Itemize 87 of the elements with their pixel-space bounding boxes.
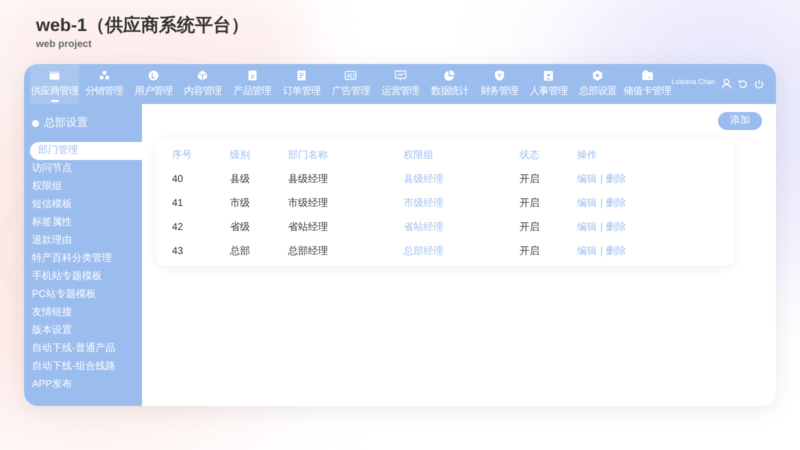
- column-header: 级别: [230, 150, 250, 160]
- department-name: 市级经理: [288, 198, 328, 208]
- nav-tab[interactable]: 数据统计: [425, 64, 474, 104]
- column-header: 序号: [172, 150, 192, 160]
- pie-chart-icon: [443, 68, 456, 82]
- permission-group-link[interactable]: 省站经理: [404, 222, 444, 232]
- nav-tab[interactable]: 用户管理: [128, 64, 178, 104]
- department-name: 总部经理: [288, 246, 328, 256]
- add-button[interactable]: 添加: [718, 112, 762, 130]
- card-icon: [640, 68, 654, 82]
- nav-tab[interactable]: 产品管理: [228, 64, 277, 104]
- permission-group-link[interactable]: 市级经理: [404, 198, 444, 208]
- sidebar-item[interactable]: 权限组: [24, 178, 142, 196]
- row-number: 41: [172, 198, 184, 208]
- sidebar-item[interactable]: 自动下线-普通产品: [24, 340, 142, 358]
- column-header: 操作: [577, 150, 598, 160]
- refresh-icon[interactable]: [738, 78, 748, 88]
- chart-board-icon: [394, 68, 407, 82]
- nav-tab[interactable]: 订单管理: [276, 64, 326, 104]
- delete-link[interactable]: 删除: [606, 246, 626, 256]
- sidebar-item[interactable]: PC站专题模板: [24, 286, 142, 304]
- power-icon[interactable]: [754, 78, 764, 88]
- nav-tab[interactable]: 人事管理: [524, 64, 574, 104]
- badge-icon: [542, 68, 555, 82]
- sidebar-heading: 总部设置: [44, 116, 88, 132]
- delete-link[interactable]: 删除: [606, 222, 626, 232]
- sidebar-item[interactable]: 退款理由: [24, 232, 142, 250]
- store-icon: [48, 68, 62, 82]
- permission-group-link[interactable]: 总部经理: [404, 246, 444, 256]
- active-indicator: [50, 100, 59, 102]
- sidebar-item[interactable]: 访问节点: [24, 160, 142, 178]
- sidebar-item[interactable]: 手机站专题模板: [24, 268, 142, 286]
- column-header: 部门名称: [288, 150, 328, 160]
- ad-icon: [344, 68, 358, 82]
- nav-tab[interactable]: 储值卡管理: [622, 64, 672, 104]
- delete-link[interactable]: 删除: [606, 174, 626, 184]
- level-cell: 省级: [230, 222, 250, 232]
- sidebar-item[interactable]: 标签属性: [24, 214, 142, 232]
- row-number: 42: [172, 222, 184, 232]
- level-cell: 县级: [230, 174, 250, 184]
- status-text: 开启: [519, 174, 540, 184]
- separator: |: [600, 198, 603, 208]
- user-icon[interactable]: [721, 78, 732, 89]
- status-text: 开启: [519, 246, 540, 256]
- department-name: 县级经理: [288, 174, 328, 184]
- shield-icon: [492, 68, 506, 82]
- status-text: 开启: [519, 222, 540, 232]
- coin-icon: [146, 68, 160, 82]
- sidebar-item[interactable]: APP发布: [24, 376, 142, 394]
- sidebar-item[interactable]: 版本设置: [24, 322, 142, 340]
- permission-group-link[interactable]: 县级经理: [404, 174, 444, 184]
- sidebar-item[interactable]: 短信模板: [24, 196, 142, 214]
- separator: |: [600, 174, 603, 184]
- cube-icon: [196, 68, 210, 82]
- sidebar-item[interactable]: 自动下线-组合线路: [24, 358, 142, 376]
- delete-link[interactable]: 删除: [606, 198, 626, 208]
- circles-icon: [98, 68, 111, 82]
- status-text: 开启: [519, 198, 540, 208]
- row-number: 43: [172, 246, 184, 256]
- nav-tab[interactable]: 总部设置: [573, 64, 622, 104]
- nav-tab[interactable]: 运营管理: [376, 64, 425, 104]
- bullet-icon: [32, 120, 39, 127]
- level-cell: 市级: [230, 198, 250, 208]
- separator: |: [600, 246, 603, 256]
- nav-tab[interactable]: 财务管理: [474, 64, 524, 104]
- page-subtitle: web project: [36, 38, 92, 52]
- sidebar-item[interactable]: 部门管理: [30, 142, 142, 160]
- hexagon-icon: [591, 68, 604, 82]
- page-title: web-1（供应商系统平台）: [36, 14, 250, 36]
- column-header: 权限组: [404, 150, 434, 160]
- column-header: 状态: [519, 150, 540, 160]
- row-number: 40: [172, 174, 184, 184]
- nav-tab[interactable]: 内容管理: [178, 64, 228, 104]
- edit-link[interactable]: 编辑: [577, 222, 598, 232]
- document-icon: [246, 68, 259, 82]
- list-icon: [295, 68, 308, 82]
- nav-tab[interactable]: 供应商管理: [30, 64, 80, 104]
- sidebar-item[interactable]: 特产百科分类管理: [24, 250, 142, 268]
- nav-tab[interactable]: 分销管理: [79, 64, 129, 104]
- edit-link[interactable]: 编辑: [577, 174, 598, 184]
- sidebar-item[interactable]: 友情链接: [24, 304, 142, 322]
- level-cell: 总部: [230, 246, 250, 256]
- edit-link[interactable]: 编辑: [577, 198, 598, 208]
- department-name: 省站经理: [288, 222, 328, 232]
- nav-tab[interactable]: 广告管理: [326, 64, 376, 104]
- separator: |: [600, 222, 603, 232]
- edit-link[interactable]: 编辑: [577, 246, 598, 256]
